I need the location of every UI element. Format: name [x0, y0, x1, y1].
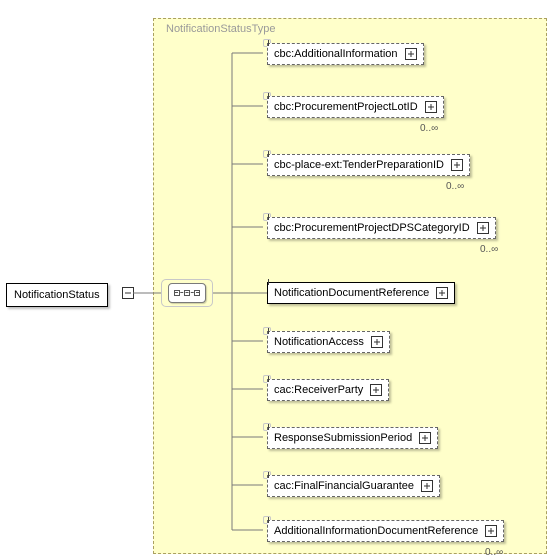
- child-element[interactable]: ResponseSubmissionPeriod: [267, 427, 438, 449]
- child-element[interactable]: cbc:ProcurementProjectDPSCategoryID: [267, 217, 496, 239]
- child-label: ResponseSubmissionPeriod: [274, 432, 412, 444]
- child-label: NotificationAccess: [274, 336, 364, 348]
- child-label: cbc:AdditionalInformation: [274, 48, 398, 60]
- child-outer: cbc:AdditionalInformation: [263, 39, 271, 47]
- xsd-diagram: NotificationStatusType NotificationStatu…: [0, 0, 551, 557]
- child-element[interactable]: cbc-place-ext:TenderPreparationID: [267, 154, 470, 176]
- child-element[interactable]: cac:FinalFinancialGuarantee: [267, 475, 440, 497]
- child-outer: cbc-place-ext:TenderPreparationID: [263, 150, 271, 158]
- child-label: cbc:ProcurementProjectDPSCategoryID: [274, 222, 470, 234]
- child-outer: cbc:ProcurementProjectDPSCategoryID: [263, 213, 271, 221]
- cardinality-label: 0..∞: [420, 123, 438, 134]
- cardinality-label: 0..∞: [480, 244, 498, 255]
- cardinality-label: 0..∞: [446, 181, 464, 192]
- child-outer: AdditionalInformationDocumentReference: [263, 516, 271, 524]
- child-label: cac:FinalFinancialGuarantee: [274, 480, 414, 492]
- child-outer: cac:ReceiverParty: [263, 375, 271, 383]
- expand-icon[interactable]: [405, 48, 417, 60]
- child-label: cbc:ProcurementProjectLotID: [274, 101, 418, 113]
- child-element[interactable]: cbc:AdditionalInformation: [267, 43, 424, 65]
- child-outer: NotificationAccess: [263, 327, 271, 335]
- sequence-compositor[interactable]: [168, 283, 206, 303]
- expand-icon[interactable]: [451, 159, 463, 171]
- expand-icon[interactable]: [425, 101, 437, 113]
- child-element[interactable]: NotificationAccess: [267, 331, 390, 353]
- expand-icon[interactable]: [371, 336, 383, 348]
- connectors: [0, 0, 551, 557]
- expand-icon[interactable]: [419, 432, 431, 444]
- child-label: cbc-place-ext:TenderPreparationID: [274, 159, 444, 171]
- expand-icon[interactable]: [421, 480, 433, 492]
- cardinality-label: 0..∞: [485, 547, 503, 558]
- child-element[interactable]: cac:ReceiverParty: [267, 379, 389, 401]
- child-element[interactable]: cbc:ProcurementProjectLotID: [267, 96, 444, 118]
- child-label: AdditionalInformationDocumentReference: [274, 525, 478, 537]
- expand-icon[interactable]: [370, 384, 382, 396]
- child-element[interactable]: AdditionalInformationDocumentReference: [267, 520, 504, 542]
- expand-icon[interactable]: [485, 525, 497, 537]
- child-outer: ResponseSubmissionPeriod: [263, 423, 271, 431]
- expand-icon[interactable]: [436, 287, 448, 299]
- child-label: NotificationDocumentReference: [274, 287, 429, 299]
- expand-icon[interactable]: [477, 222, 489, 234]
- child-outer: cac:FinalFinancialGuarantee: [263, 471, 271, 479]
- child-label: cac:ReceiverParty: [274, 384, 363, 396]
- child-outer: cbc:ProcurementProjectLotID: [263, 92, 271, 100]
- child-element[interactable]: NotificationDocumentReference: [267, 282, 455, 304]
